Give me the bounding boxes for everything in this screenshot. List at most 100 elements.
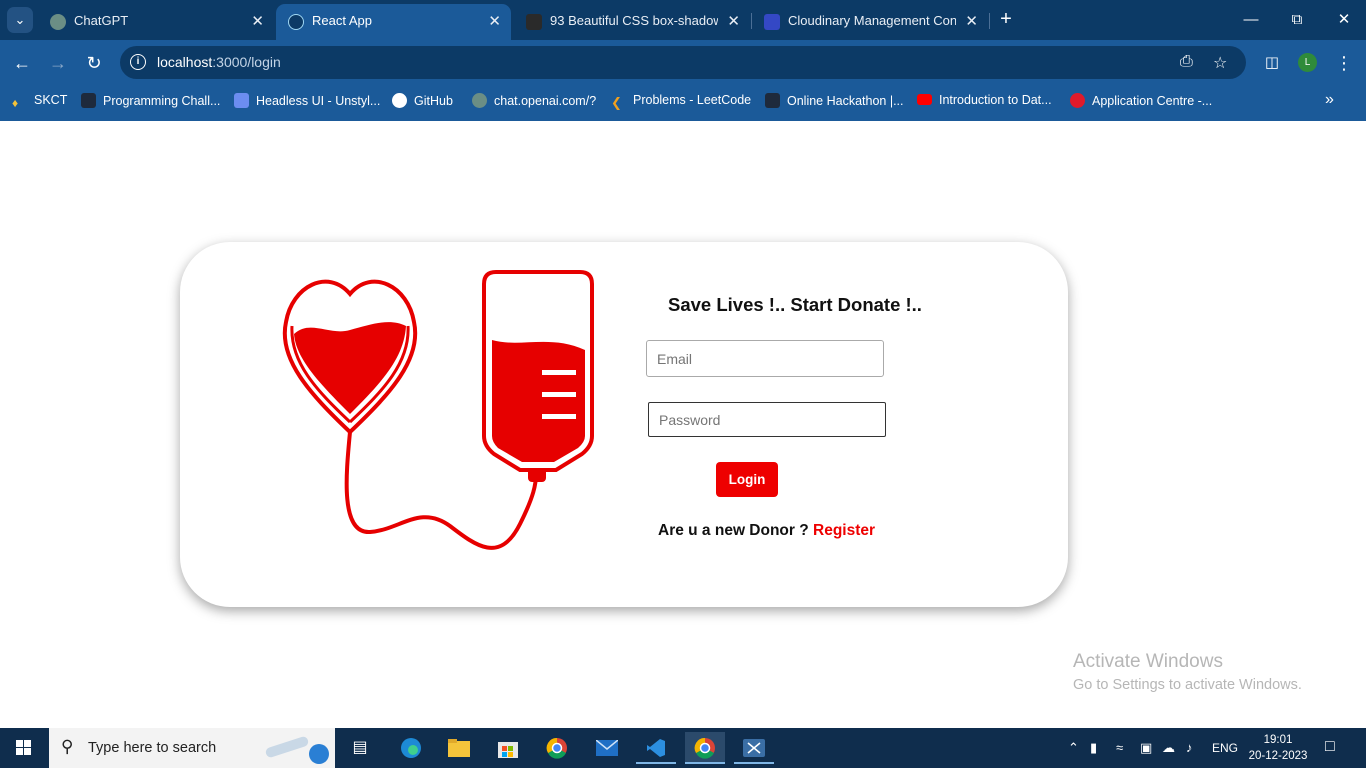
address-bar[interactable]: i localhost:3000/login ⎙ ☆ xyxy=(120,46,1246,79)
tab-strip: ⌄ ChatGPT ✕ React App ✕ 93 Beautiful CSS… xyxy=(0,0,1366,40)
notification-icon[interactable]: □ xyxy=(1325,738,1335,756)
youtube-icon xyxy=(917,94,932,105)
bookmark-label: Introduction to Dat... xyxy=(939,93,1052,107)
close-icon[interactable]: ✕ xyxy=(965,12,978,30)
register-link[interactable]: Register xyxy=(813,522,875,539)
skct-icon: ♦ xyxy=(12,96,19,110)
clock-time: 19:01 xyxy=(1263,734,1293,746)
bookmark-programming[interactable]: Programming Chall... xyxy=(81,93,220,113)
hackerrank-icon xyxy=(81,93,96,108)
cloudinary-icon xyxy=(764,14,780,30)
edge-browser-icon[interactable] xyxy=(391,732,431,764)
chrome-icon[interactable] xyxy=(537,732,577,764)
search-placeholder: Type here to search xyxy=(88,740,217,756)
bookmark-label: Application Centre -... xyxy=(1092,94,1213,108)
volume-icon[interactable]: ♪ xyxy=(1186,740,1193,755)
close-icon[interactable]: ✕ xyxy=(488,12,501,30)
bookmark-star-icon[interactable]: ☆ xyxy=(1213,53,1227,73)
chatgpt-icon xyxy=(50,14,66,30)
bookmark-chat-openai[interactable]: chat.openai.com/? xyxy=(472,93,596,113)
chevron-up-icon[interactable]: ⌃ xyxy=(1068,740,1079,756)
bookmark-label: Problems - LeetCode xyxy=(633,93,752,107)
url-host: localhost xyxy=(157,54,213,70)
tab-title: React App xyxy=(312,13,372,28)
page-content: Save Lives !.. Start Donate !.. Login Ar… xyxy=(0,121,1366,728)
login-button[interactable]: Login xyxy=(716,462,778,497)
browser-toolbar: ← → ↻ i localhost:3000/login ⎙ ☆ ◫ L ⋮ xyxy=(0,40,1366,85)
windows-logo-icon xyxy=(16,740,31,755)
new-tab-button[interactable]: + xyxy=(994,8,1018,32)
activate-windows-watermark: Activate Windows Go to Settings to activ… xyxy=(1073,651,1302,693)
email-field[interactable] xyxy=(646,340,884,377)
register-prompt: Are u a new Donor ? Register xyxy=(658,522,875,540)
vscode-icon[interactable] xyxy=(636,732,676,764)
tab-search-button[interactable]: ⌄ xyxy=(7,7,33,33)
restore-button[interactable]: ⧉ xyxy=(1282,8,1312,32)
bookmark-label: Programming Chall... xyxy=(103,94,221,108)
chrome-active-icon[interactable] xyxy=(685,732,725,764)
site-info-icon[interactable]: i xyxy=(130,54,146,70)
hackerearth-icon xyxy=(765,93,780,108)
device-icon[interactable]: ▣ xyxy=(1140,740,1152,756)
login-card: Save Lives !.. Start Donate !.. Login Ar… xyxy=(180,242,1068,607)
bookmark-headless-ui[interactable]: Headless UI - Unstyl... xyxy=(234,93,380,113)
system-clock[interactable]: 19:01 20-12-2023 xyxy=(1247,732,1309,764)
bookmark-label: Headless UI - Unstyl... xyxy=(256,94,381,108)
tab-title: ChatGPT xyxy=(74,13,129,28)
blood-donation-illustration xyxy=(282,270,594,550)
avatar[interactable]: L xyxy=(1298,53,1317,72)
microsoft-store-icon[interactable] xyxy=(488,732,528,764)
bookmark-leetcode[interactable]: ❮ Problems - LeetCode xyxy=(611,93,751,113)
tab-title: Cloudinary Management Conso xyxy=(788,13,956,28)
language-indicator[interactable]: ENG xyxy=(1212,741,1238,755)
new-donor-text: Are u a new Donor ? xyxy=(658,522,814,539)
bookmark-label: SKCT xyxy=(34,93,68,107)
tab-title: 93 Beautiful CSS box-shadow ex xyxy=(550,13,718,28)
search-highlight-illustration xyxy=(265,736,329,764)
page-title: Save Lives !.. Start Donate !.. xyxy=(668,294,922,315)
snipping-tool-icon[interactable] xyxy=(734,732,774,764)
start-button[interactable] xyxy=(0,728,48,768)
bookmark-application-centre[interactable]: Application Centre -... xyxy=(1070,93,1212,113)
github-icon xyxy=(392,93,407,108)
search-icon: ⚲ xyxy=(61,737,74,756)
url-text[interactable]: localhost:3000/login xyxy=(157,54,281,70)
react-icon xyxy=(288,14,304,30)
window-close-button[interactable]: ✕ xyxy=(1329,8,1359,32)
tab-separator xyxy=(989,13,990,29)
tab-cloudinary[interactable]: Cloudinary Management Conso ✕ xyxy=(752,4,988,40)
battery-icon[interactable]: ▮ xyxy=(1090,740,1097,756)
taskbar-search-input[interactable]: ⚲ Type here to search xyxy=(49,728,335,768)
bookmark-intro-data[interactable]: Introduction to Dat... xyxy=(917,93,1052,113)
task-view-icon[interactable]: ▤ xyxy=(340,732,380,764)
file-explorer-icon[interactable] xyxy=(439,732,479,764)
wifi-icon[interactable]: ≈ xyxy=(1116,740,1123,755)
url-path: :3000/login xyxy=(212,54,281,70)
side-panel-icon[interactable]: ◫ xyxy=(1260,51,1284,75)
tab-box-shadow[interactable]: 93 Beautiful CSS box-shadow ex ✕ xyxy=(514,4,750,40)
cursor-icon xyxy=(526,14,542,30)
forward-button[interactable]: → xyxy=(46,51,70,75)
bookmarks-bar: ♦ SKCT Programming Chall... Headless UI -… xyxy=(0,85,1366,121)
watermark-title: Activate Windows xyxy=(1073,651,1223,672)
close-icon[interactable]: ✕ xyxy=(727,12,740,30)
mail-icon[interactable] xyxy=(587,732,627,764)
cloud-icon[interactable]: ☁ xyxy=(1162,740,1175,756)
bookmark-skct[interactable]: ♦ SKCT xyxy=(12,93,67,113)
reload-button[interactable]: ↻ xyxy=(82,51,106,75)
password-field[interactable] xyxy=(648,402,886,437)
bookmarks-overflow-icon[interactable]: » xyxy=(1325,91,1334,109)
headlessui-icon xyxy=(234,93,249,108)
bookmark-github[interactable]: GitHub xyxy=(392,93,453,113)
bookmark-hackathon[interactable]: Online Hackathon |... xyxy=(765,93,904,113)
bookmark-label: chat.openai.com/? xyxy=(494,94,597,108)
back-button[interactable]: ← xyxy=(10,51,34,75)
chatgpt-icon xyxy=(472,93,487,108)
tab-chatgpt[interactable]: ChatGPT ✕ xyxy=(38,4,274,40)
close-icon[interactable]: ✕ xyxy=(251,12,264,30)
tab-react-app[interactable]: React App ✕ xyxy=(276,4,511,40)
install-app-icon[interactable]: ⎙ xyxy=(1180,53,1193,71)
menu-kebab-icon[interactable]: ⋮ xyxy=(1332,51,1356,75)
clock-date: 20-12-2023 xyxy=(1248,750,1308,762)
minimize-button[interactable]: — xyxy=(1236,8,1266,32)
